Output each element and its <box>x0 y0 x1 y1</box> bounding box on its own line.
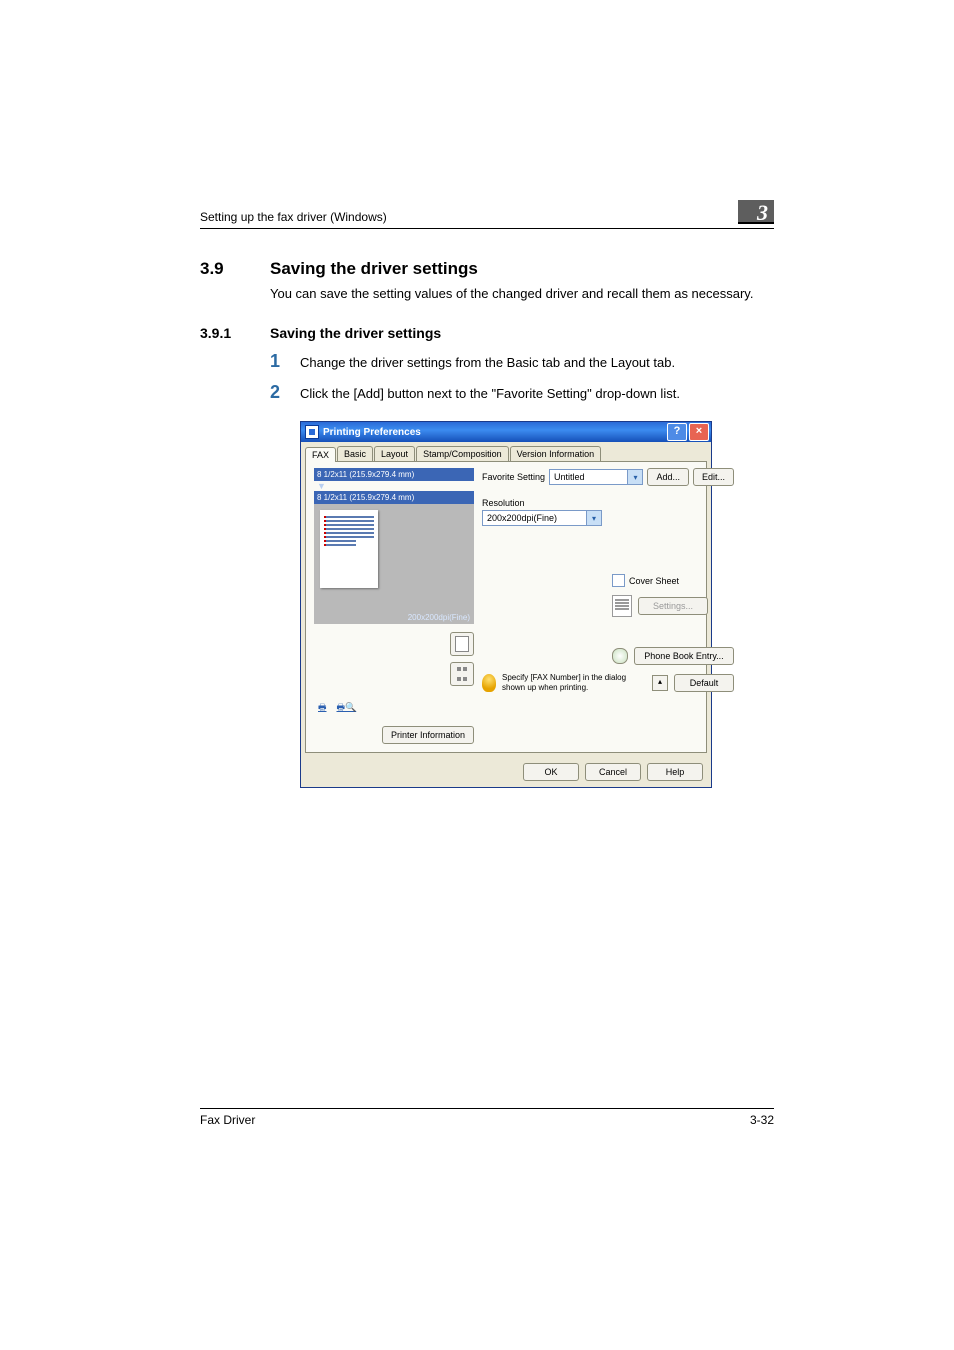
step-text: Change the driver settings from the Basi… <box>300 351 774 372</box>
window-icon <box>305 425 319 439</box>
phone-book-entry-button[interactable]: Phone Book Entry... <box>634 647 734 665</box>
hint-text: Specify [FAX Number] in the dialog shown… <box>502 673 646 692</box>
preview-view-page-button[interactable] <box>450 632 474 656</box>
grid-icon <box>456 664 468 684</box>
phonebook-icon <box>612 648 628 664</box>
section-number: 3.9 <box>200 259 270 279</box>
printing-preferences-dialog: Printing Preferences ? × FAX Basic Layou… <box>300 421 712 788</box>
page-thumbnail <box>320 510 378 588</box>
favorite-setting-dropdown[interactable]: Untitled ▾ <box>549 469 643 485</box>
section-body: You can save the setting values of the c… <box>270 285 774 303</box>
favorite-setting-label: Favorite Setting <box>482 472 545 482</box>
dialog-title: Printing Preferences <box>323 427 421 438</box>
preview-original-size: 8 1/2x11 (215.9x279.4 mm) <box>314 468 474 481</box>
step-number: 1 <box>270 351 300 372</box>
chevron-down-icon: ▾ <box>627 470 642 484</box>
default-button[interactable]: Default <box>674 674 734 692</box>
favorite-add-button[interactable]: Add... <box>647 468 689 486</box>
printer-status-icon[interactable]: 🖶 <box>318 700 327 716</box>
lightbulb-icon <box>482 674 496 692</box>
step-text: Click the [Add] button next to the "Favo… <box>300 382 774 403</box>
dialog-titlebar[interactable]: Printing Preferences ? × <box>301 422 711 442</box>
down-arrow-icon: ▼ <box>314 481 474 491</box>
titlebar-help-button[interactable]: ? <box>667 423 687 441</box>
preview-mode-label: 200x200dpi(Fine) <box>408 613 470 622</box>
page-icon <box>455 636 469 652</box>
help-button[interactable]: Help <box>647 763 703 781</box>
preview-output-size: 8 1/2x11 (215.9x279.4 mm) <box>314 491 474 504</box>
tab-bar: FAX Basic Layout Stamp/Composition Versi… <box>301 442 711 461</box>
subsection-title: Saving the driver settings <box>270 325 441 341</box>
resolution-dropdown[interactable]: 200x200dpi(Fine) ▾ <box>482 510 602 526</box>
resolution-label: Resolution <box>482 498 734 508</box>
tab-fax[interactable]: FAX <box>305 447 336 462</box>
cover-sheet-settings-button: Settings... <box>638 597 708 615</box>
chapter-badge: 3 <box>738 200 774 224</box>
footer-left: Fax Driver <box>200 1113 255 1127</box>
tab-layout[interactable]: Layout <box>374 446 415 461</box>
scroll-up-icon[interactable]: ▴ <box>652 675 668 691</box>
favorite-edit-button[interactable]: Edit... <box>693 468 734 486</box>
section-title: Saving the driver settings <box>270 259 478 279</box>
ok-button[interactable]: OK <box>523 763 579 781</box>
tab-version-information[interactable]: Version Information <box>510 446 602 461</box>
header-breadcrumb: Setting up the fax driver (Windows) <box>200 210 387 224</box>
resolution-value: 200x200dpi(Fine) <box>483 513 586 523</box>
favorite-setting-value: Untitled <box>550 472 627 482</box>
printer-information-button[interactable]: Printer Information <box>382 726 474 744</box>
chevron-down-icon: ▾ <box>586 511 601 525</box>
tab-basic[interactable]: Basic <box>337 446 373 461</box>
preview-view-grid-button[interactable] <box>450 662 474 686</box>
page-preview: 200x200dpi(Fine) <box>314 504 474 624</box>
cancel-button[interactable]: Cancel <box>585 763 641 781</box>
cover-sheet-icon <box>612 595 632 617</box>
footer-right: 3-32 <box>750 1113 774 1127</box>
subsection-number: 3.9.1 <box>200 325 270 341</box>
cover-sheet-checkbox[interactable]: Cover Sheet <box>612 574 734 587</box>
titlebar-close-button[interactable]: × <box>689 423 709 441</box>
checkbox-icon <box>612 574 625 587</box>
tab-stamp-composition[interactable]: Stamp/Composition <box>416 446 509 461</box>
step-number: 2 <box>270 382 300 403</box>
printer-search-icon[interactable]: 🖶🔍 <box>337 700 357 716</box>
cover-sheet-label: Cover Sheet <box>629 576 679 586</box>
